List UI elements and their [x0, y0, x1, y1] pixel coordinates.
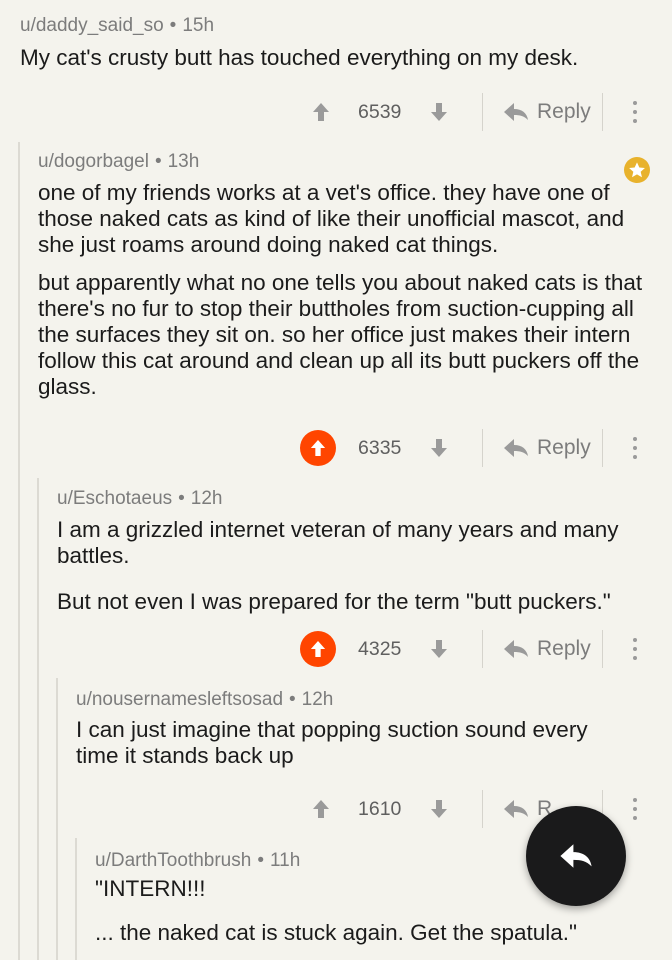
arrow-up-icon	[310, 641, 326, 657]
meta-separator: •	[289, 689, 296, 710]
reply-button[interactable]: Reply	[503, 100, 591, 124]
downvote-button[interactable]	[430, 638, 448, 660]
vote-score: 6539	[358, 100, 402, 123]
arrow-up-icon	[313, 800, 329, 818]
upvote-button[interactable]	[300, 631, 336, 667]
vote-score: 6335	[358, 436, 402, 459]
arrow-down-icon	[431, 800, 447, 818]
divider	[602, 429, 603, 467]
arrow-up-icon	[313, 103, 329, 121]
kebab-menu-icon[interactable]	[633, 798, 637, 820]
divider	[482, 93, 483, 131]
reply-label: Reply	[537, 436, 591, 459]
kebab-menu-icon[interactable]	[633, 437, 637, 459]
comment-body: I can just imagine that popping suction …	[76, 717, 636, 769]
star-icon	[629, 162, 645, 178]
meta-separator: •	[257, 850, 264, 871]
divider	[482, 630, 483, 668]
comment-paragraph: I can just imagine that popping suction …	[76, 717, 588, 768]
reply-arrow-icon	[504, 800, 528, 818]
comment-actions: 6539 Reply	[0, 90, 672, 134]
vote-score: 1610	[358, 797, 402, 820]
arrow-down-icon	[431, 640, 447, 658]
comment-meta: u/nousernamesleftsosad • 12h	[76, 687, 333, 713]
username[interactable]: u/dogorbagel	[38, 151, 149, 172]
comment-paragraph: My cat's crusty butt has touched everyth…	[20, 45, 579, 70]
upvote-button[interactable]	[300, 430, 336, 466]
arrow-up-icon	[310, 440, 326, 456]
comment-actions: 6335 Reply	[0, 426, 672, 470]
comment-body: I am a grizzled internet veteran of many…	[57, 517, 657, 615]
reply-fab-icon	[560, 844, 592, 868]
comment-body: My cat's crusty butt has touched everyth…	[20, 45, 650, 71]
comment-age: 12h	[190, 488, 223, 509]
reply-arrow-icon	[504, 103, 528, 121]
comment-paragraph: ... the naked cat is stuck again. Get th…	[95, 920, 578, 945]
arrow-down-icon	[431, 103, 447, 121]
comment-body: one of my friends works at a vet's offic…	[38, 180, 656, 400]
divider	[482, 429, 483, 467]
reply-label: Reply	[537, 637, 591, 660]
username[interactable]: u/daddy_said_so	[20, 15, 164, 36]
comment-actions: 4325 Reply	[0, 627, 672, 671]
comment-paragraph: but apparently what no one tells you abo…	[38, 270, 643, 399]
comment-meta: u/dogorbagel • 13h	[38, 149, 199, 175]
comment-meta: u/Eschotaeus • 12h	[57, 486, 223, 512]
comment-age: 11h	[269, 850, 301, 871]
upvote-button[interactable]	[312, 798, 330, 820]
thread-line	[37, 478, 39, 960]
divider	[602, 93, 603, 131]
username[interactable]: u/nousernamesleftsosad	[76, 689, 283, 710]
upvote-button[interactable]	[312, 101, 330, 123]
comment-meta: u/DarthToothbrush • 11h	[95, 848, 300, 874]
comment-paragraph: one of my friends works at a vet's offic…	[38, 180, 625, 257]
comment-meta: u/daddy_said_so • 15h	[20, 13, 214, 39]
reply-fab-button[interactable]	[526, 806, 626, 906]
thread-line	[18, 142, 20, 960]
comment-paragraph: But not even I was prepared for the term…	[57, 589, 611, 614]
reply-button[interactable]: Reply	[503, 637, 591, 661]
meta-separator: •	[154, 151, 162, 172]
meta-separator: •	[169, 15, 177, 36]
downvote-button[interactable]	[430, 437, 448, 459]
comment-paragraph: I am a grizzled internet veteran of many…	[57, 517, 619, 568]
kebab-menu-icon[interactable]	[633, 101, 637, 123]
reply-label: Reply	[537, 100, 591, 123]
username[interactable]: u/DarthToothbrush	[95, 850, 251, 871]
comment-age: 12h	[301, 689, 334, 710]
comment-age: 15h	[182, 15, 215, 36]
vote-score: 4325	[358, 637, 402, 660]
reply-arrow-icon	[504, 640, 528, 658]
thread-line	[75, 838, 77, 960]
reply-button[interactable]: Reply	[503, 436, 591, 460]
username[interactable]: u/Eschotaeus	[57, 488, 172, 509]
arrow-down-icon	[431, 439, 447, 457]
divider	[602, 630, 603, 668]
downvote-button[interactable]	[430, 798, 448, 820]
kebab-menu-icon[interactable]	[633, 638, 637, 660]
divider	[482, 790, 483, 828]
comment-age: 13h	[167, 151, 200, 172]
reply-arrow-icon	[504, 439, 528, 457]
downvote-button[interactable]	[430, 101, 448, 123]
meta-separator: •	[178, 488, 185, 509]
